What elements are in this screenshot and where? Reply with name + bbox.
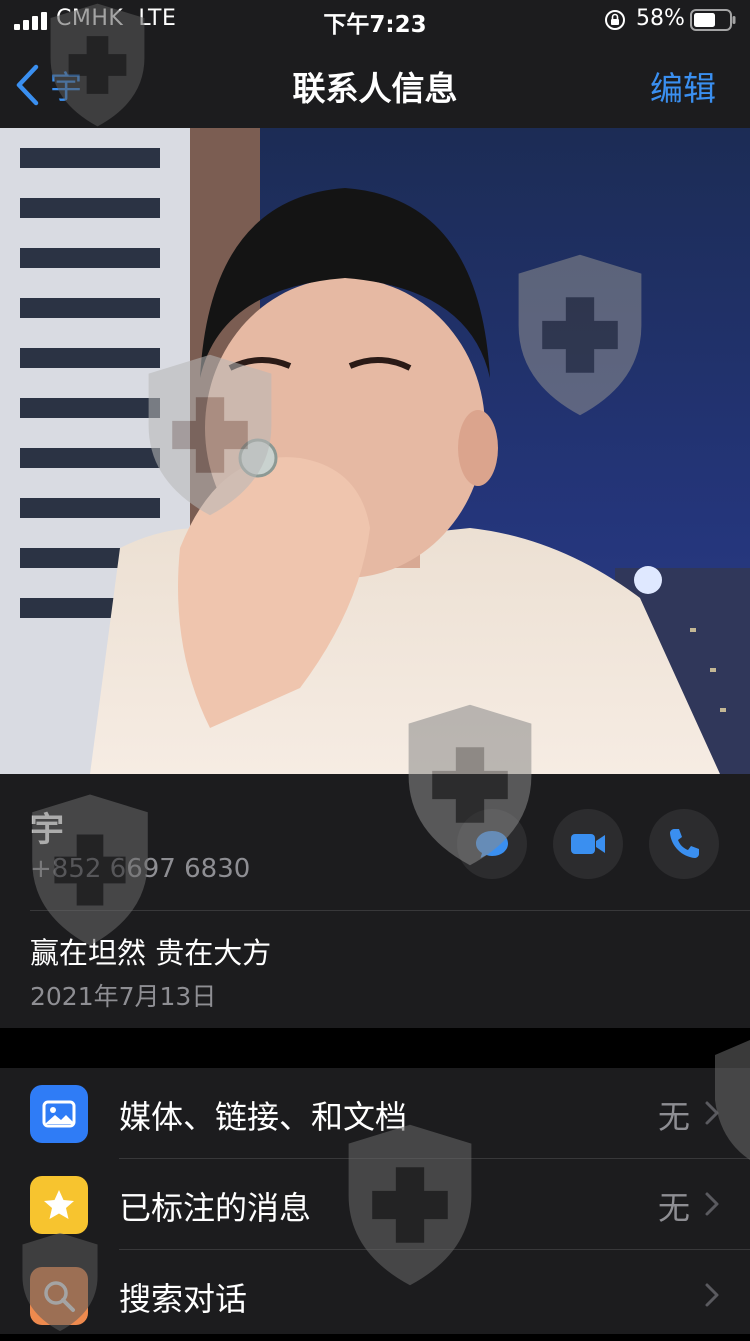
chevron-right-icon xyxy=(705,1283,719,1307)
list-item-label: 媒体、链接、和文档 xyxy=(119,1098,408,1136)
list-item-value: 无 xyxy=(657,1098,690,1136)
edit-button[interactable]: 编辑 xyxy=(650,62,716,110)
profile-photo[interactable] xyxy=(0,128,750,774)
chevron-right-icon xyxy=(705,1192,719,1216)
contact-options-list: 媒体、链接、和文档 无 已标注的消息 无 搜索对话 xyxy=(0,1068,750,1334)
contact-name: 宇 xyxy=(30,810,64,850)
list-item-media[interactable]: 媒体、链接、和文档 无 xyxy=(0,1068,750,1159)
list-item-search[interactable]: 搜索对话 xyxy=(0,1250,750,1341)
divider xyxy=(30,910,750,911)
star-icon xyxy=(30,1176,88,1234)
battery-percent: 58% xyxy=(636,6,685,31)
battery-icon xyxy=(690,9,736,31)
voice-call-button[interactable] xyxy=(649,809,719,879)
list-item-value: 无 xyxy=(657,1189,690,1227)
phone-icon xyxy=(670,829,699,858)
message-button[interactable] xyxy=(457,809,527,879)
about-text: 赢在坦然 贵在大方 xyxy=(30,936,272,970)
search-icon xyxy=(30,1267,88,1325)
orientation-lock-icon xyxy=(605,10,625,30)
chevron-right-icon xyxy=(705,1101,719,1125)
profile-photo-illustration xyxy=(0,128,750,774)
contact-info-card: 宇 +852 6697 6830 赢在坦然 贵在大方 2021年7月13日 xyxy=(0,774,750,1028)
about-date: 2021年7月13日 xyxy=(30,982,217,1011)
contact-phone[interactable]: +852 6697 6830 xyxy=(30,854,250,884)
media-icon xyxy=(30,1085,88,1143)
video-call-button[interactable] xyxy=(553,809,623,879)
navigation-bar: 宇 联系人信息 编辑 xyxy=(0,40,750,129)
list-item-label: 搜索对话 xyxy=(119,1280,248,1318)
list-item-label: 已标注的消息 xyxy=(119,1189,312,1227)
status-bar: CMHK LTE 下午7:23 58% xyxy=(0,0,750,40)
list-item-starred[interactable]: 已标注的消息 无 xyxy=(0,1159,750,1250)
message-icon xyxy=(476,831,508,858)
page-title: 联系人信息 xyxy=(292,69,458,108)
video-icon xyxy=(571,834,605,854)
